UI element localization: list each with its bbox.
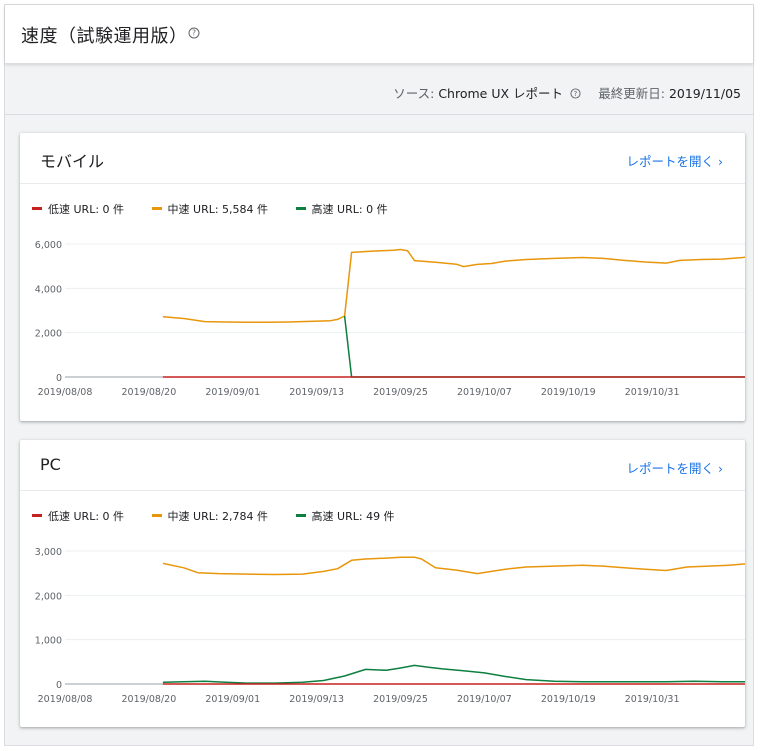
x-tick-label: 2019/10/19 [541, 387, 596, 398]
y-tick-label: 4,000 [35, 284, 62, 295]
page-title: 速度（試験運用版） [21, 26, 188, 47]
x-tick-label: 2019/08/20 [121, 387, 176, 398]
updated-value: 2019/11/05 [668, 86, 741, 101]
series-line-fast [162, 664, 745, 684]
source-label: ソース: [393, 86, 439, 101]
x-tick-label: 2019/10/07 [457, 387, 512, 398]
last-updated: 最終更新日: 2019/11/05 [598, 83, 741, 102]
help-circle-icon[interactable]: ? [188, 27, 200, 39]
series-line-fast [343, 315, 745, 378]
x-tick-label: 2019/10/19 [541, 694, 596, 705]
x-tick-label: 2019/10/31 [625, 387, 680, 398]
y-tick-label: 6,000 [35, 240, 62, 251]
y-tick-label: 2,000 [35, 591, 62, 602]
x-tick-label: 2019/08/20 [121, 694, 176, 705]
pc-card: PC レポートを開く › 低速 URL: 0 件 中速 URL: 2,784 件… [20, 440, 745, 727]
x-tick-label: 2019/08/08 [38, 694, 93, 705]
page-header: 速度（試験運用版） ? [5, 5, 753, 64]
mobile-speed-chart: 0 2,000 4,000 6,000 2019/08/08 2019/08/20 2019… [35, 240, 745, 398]
x-tick-label: 2019/09/13 [289, 387, 344, 398]
x-tick-label: 2019/09/25 [373, 387, 428, 398]
mobile-card: モバイル レポートを開く › 低速 URL: 0 件 中速 URL: 5,584… [20, 133, 745, 421]
source-bar: ソース: Chrome UX レポート ? 最終更新日: 2019/11/05 [5, 64, 753, 115]
report-frame: 速度（試験運用版） ? ソース: Chrome UX レポート ? 最終更新日:… [4, 4, 754, 746]
y-tick-label: 0 [56, 373, 62, 384]
y-tick-label: 1,000 [35, 636, 62, 647]
x-tick-label: 2019/10/07 [457, 694, 512, 705]
source-info: ソース: Chrome UX レポート ? [393, 83, 581, 102]
x-tick-label: 2019/09/25 [373, 694, 428, 705]
y-tick-label: 0 [56, 680, 62, 691]
x-tick-label: 2019/09/01 [205, 387, 260, 398]
y-tick-label: 3,000 [35, 547, 62, 558]
pc-speed-chart: 0 1,000 2,000 3,000 2019/08/08 2019/08/20 2019… [35, 547, 745, 705]
x-tick-label: 2019/10/31 [625, 694, 680, 705]
svg-text:?: ? [192, 29, 196, 38]
y-tick-label: 2,000 [35, 329, 62, 340]
x-tick-label: 2019/09/13 [289, 694, 344, 705]
x-tick-label: 2019/08/08 [38, 387, 93, 398]
series-line-medium [162, 556, 745, 576]
source-help-icon[interactable]: ? [570, 88, 581, 99]
x-tick-label: 2019/09/01 [205, 694, 260, 705]
svg-text:?: ? [574, 90, 578, 98]
updated-label: 最終更新日: [598, 86, 669, 101]
source-value: Chrome UX レポート [438, 86, 564, 101]
series-line-medium [162, 248, 745, 323]
